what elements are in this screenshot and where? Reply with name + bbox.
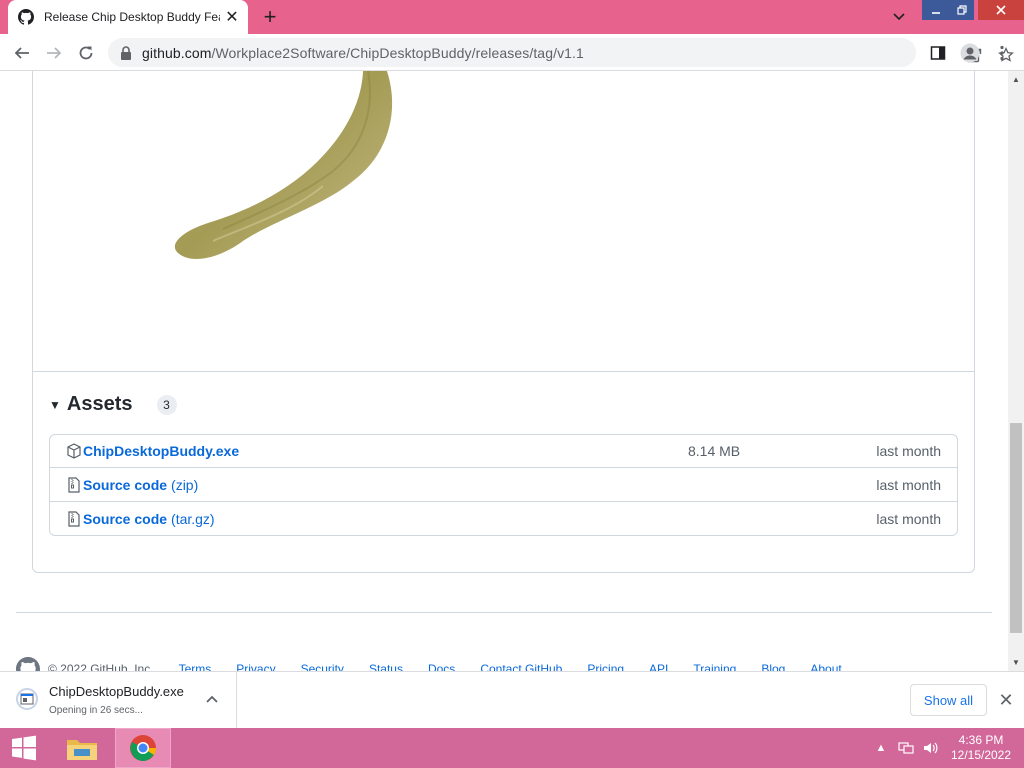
tab-title: Release Chip Desktop Buddy Fea xyxy=(44,10,220,24)
github-icon xyxy=(18,9,34,25)
release-card: ▼ Assets 3 ChipDesktopBuddy.exe 8.14 MB … xyxy=(32,71,975,573)
footer-link-docs[interactable]: Docs xyxy=(428,662,455,671)
restore-window-button[interactable] xyxy=(950,0,974,20)
footer-link-privacy[interactable]: Privacy xyxy=(236,662,275,671)
page-scrollbar[interactable]: ▲ ▼ xyxy=(1008,71,1024,671)
reload-icon[interactable] xyxy=(74,41,98,65)
assets-count-badge: 3 xyxy=(156,394,177,415)
banana-image xyxy=(174,71,393,259)
address-bar[interactable]: github.com/Workplace2Software/ChipDeskto… xyxy=(108,38,1014,67)
close-window-button[interactable] xyxy=(978,0,1024,20)
scrollbar-thumb[interactable] xyxy=(1010,423,1022,633)
download-filename: ChipDesktopBuddy.exe xyxy=(49,684,184,699)
download-shelf: ChipDesktopBuddy.exe Opening in 26 secs.… xyxy=(0,671,1024,728)
footer-link-training[interactable]: Training xyxy=(693,662,736,671)
assets-title: Assets xyxy=(66,393,133,415)
url-text: github.com/Workplace2Software/ChipDeskto… xyxy=(142,45,584,61)
show-all-button[interactable]: Show all xyxy=(910,684,987,716)
taskbar: ▲ 4:36 PM 12/15/2022 xyxy=(0,728,1024,768)
asset-link[interactable]: Source code xyxy=(83,477,167,493)
tray-expand-icon[interactable]: ▲ xyxy=(874,728,888,768)
footer-link-blog[interactable]: Blog xyxy=(761,662,785,671)
footer-link-api[interactable]: API xyxy=(649,662,668,671)
scroll-down-icon[interactable]: ▼ xyxy=(1011,657,1021,667)
windows-start-icon[interactable] xyxy=(0,728,48,768)
menu-kebab-icon[interactable] xyxy=(990,41,1014,65)
network-icon[interactable] xyxy=(896,728,916,768)
new-tab-button[interactable]: + xyxy=(258,4,282,29)
tab-search-chevron-icon[interactable] xyxy=(888,6,910,28)
footer-divider xyxy=(16,612,992,613)
tab-release[interactable]: Release Chip Desktop Buddy Fea ✕ xyxy=(8,0,248,34)
minimize-window-button[interactable] xyxy=(922,0,950,20)
system-clock[interactable]: 4:36 PM 12/15/2022 xyxy=(946,733,1016,763)
footer-copyright: © 2022 GitHub, Inc. xyxy=(48,662,154,671)
profile-avatar-icon[interactable] xyxy=(958,41,982,65)
footer-link-terms[interactable]: Terms xyxy=(179,662,212,671)
scroll-up-icon[interactable]: ▲ xyxy=(1011,74,1021,84)
chevron-up-icon[interactable] xyxy=(204,692,220,708)
file-zip-icon xyxy=(68,476,80,493)
asset-date: last month xyxy=(876,443,941,459)
exe-file-icon xyxy=(16,688,38,710)
footer-link-about[interactable]: About xyxy=(810,662,841,671)
caret-down-icon[interactable]: ▼ xyxy=(49,398,61,412)
package-icon xyxy=(67,443,81,459)
clock-date: 12/15/2022 xyxy=(950,748,1012,762)
assets-divider xyxy=(33,371,974,372)
side-panel-icon[interactable] xyxy=(926,41,950,65)
asset-format[interactable]: (zip) xyxy=(171,477,198,493)
asset-size: 8.14 MB xyxy=(688,443,741,459)
asset-date: last month xyxy=(876,476,941,493)
asset-format[interactable]: (tar.gz) xyxy=(171,511,215,527)
file-explorer-icon[interactable] xyxy=(54,728,110,768)
page-content: ▼ Assets 3 ChipDesktopBuddy.exe 8.14 MB … xyxy=(0,71,1008,671)
chrome-taskbar-icon[interactable] xyxy=(115,728,171,768)
footer: © 2022 GitHub, Inc. Terms Privacy Securi… xyxy=(16,657,842,671)
url-host: github.com xyxy=(142,44,212,61)
close-tab-icon[interactable]: ✕ xyxy=(224,9,240,26)
assets-header[interactable]: ▼ Assets 3 xyxy=(49,393,177,416)
asset-row: Source code (zip) last month xyxy=(50,467,957,501)
close-shelf-icon[interactable]: ✕ xyxy=(996,690,1016,710)
asset-row: ChipDesktopBuddy.exe 8.14 MB last month xyxy=(50,435,957,467)
tab-strip: Release Chip Desktop Buddy Fea ✕ + xyxy=(0,0,1024,34)
file-zip-icon xyxy=(68,510,80,527)
asset-row: Source code (tar.gz) last month xyxy=(50,501,957,535)
back-icon[interactable] xyxy=(10,41,34,65)
forward-icon[interactable] xyxy=(42,41,66,65)
browser-toolbar: github.com/Workplace2Software/ChipDeskto… xyxy=(0,34,1024,71)
asset-list: ChipDesktopBuddy.exe 8.14 MB last month … xyxy=(49,434,958,536)
footer-link-status[interactable]: Status xyxy=(369,662,403,671)
github-mark-icon[interactable] xyxy=(16,657,40,671)
asset-date: last month xyxy=(876,510,941,527)
clock-time: 4:36 PM xyxy=(958,733,1004,747)
footer-link-contact[interactable]: Contact GitHub xyxy=(480,662,562,671)
asset-link[interactable]: Source code xyxy=(83,511,167,527)
footer-link-security[interactable]: Security xyxy=(301,662,344,671)
url-path: /Workplace2Software/ChipDesktopBuddy/rel… xyxy=(211,44,584,61)
download-status: Opening in 26 secs... xyxy=(49,705,143,716)
volume-icon[interactable] xyxy=(920,728,940,768)
asset-link[interactable]: ChipDesktopBuddy.exe xyxy=(83,443,239,459)
lock-icon xyxy=(121,45,131,60)
download-item[interactable]: ChipDesktopBuddy.exe Opening in 26 secs.… xyxy=(0,672,237,728)
footer-link-pricing[interactable]: Pricing xyxy=(587,662,624,671)
